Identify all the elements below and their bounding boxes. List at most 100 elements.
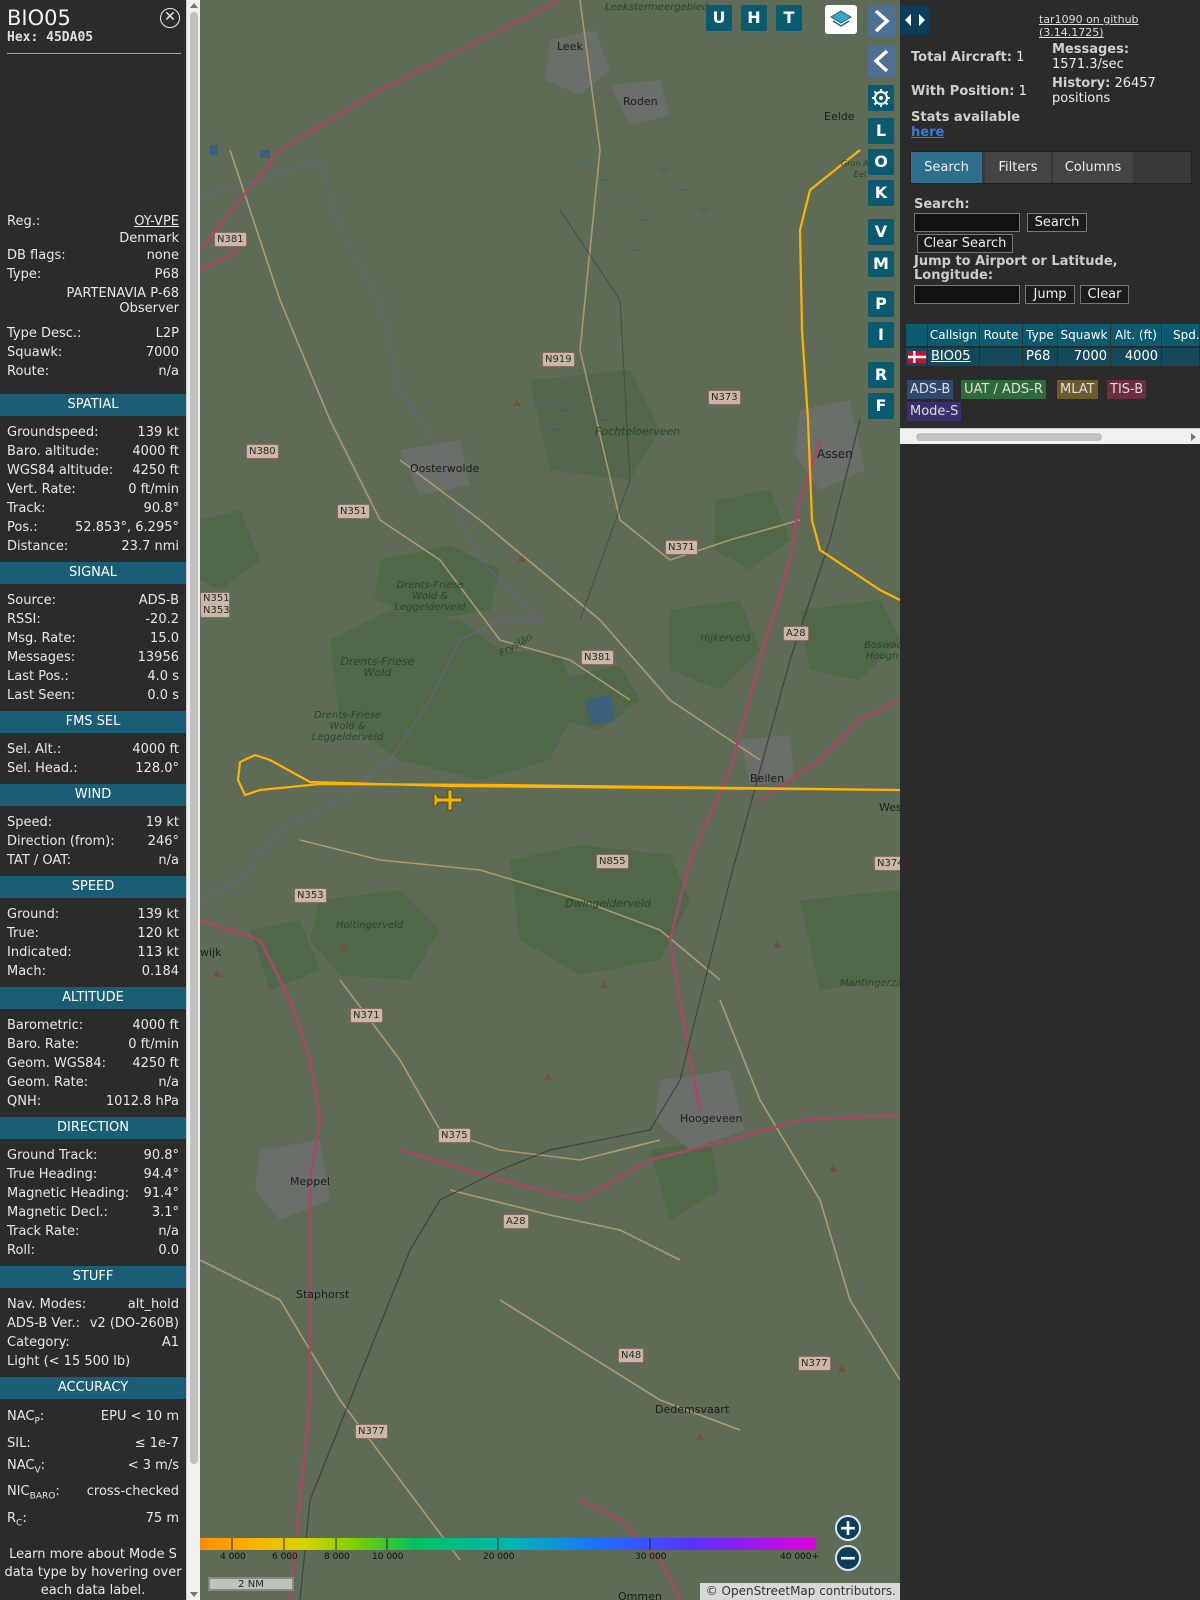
map-view[interactable]: Leek Roden Eelde Oosterwolde Assen Beile… — [200, 0, 900, 1600]
stuff-label[interactable]: ADS-B Ver.: — [7, 1314, 80, 1333]
stuff-label[interactable]: Light (< 15 500 lb) — [7, 1352, 130, 1371]
clear-jump-button[interactable]: Clear — [1080, 285, 1129, 304]
signal-label[interactable]: Source: — [7, 591, 56, 610]
accuracy-label-rc[interactable]: RC: — [7, 1508, 27, 1535]
table-header-callsign[interactable]: Callsign — [928, 324, 980, 346]
speed-label[interactable]: Mach: — [7, 962, 46, 981]
search-input[interactable] — [914, 213, 1020, 232]
speed-label[interactable]: Indicated: — [7, 943, 72, 962]
zoom-in-button[interactable]: + — [835, 1515, 861, 1541]
map-button-o[interactable]: O — [868, 149, 894, 175]
altitude-label[interactable]: Geom. WGS84: — [7, 1054, 106, 1073]
close-icon[interactable]: ✕ — [160, 8, 180, 28]
table-header-type[interactable]: Type — [1023, 324, 1058, 346]
layers-button[interactable] — [825, 5, 857, 34]
map-button-v[interactable]: V — [868, 219, 894, 245]
table-header-speed[interactable]: Spd. — [1162, 324, 1200, 346]
scroll-down-arrow[interactable] — [190, 1592, 198, 1597]
clear-search-button[interactable]: Clear Search — [917, 234, 1013, 253]
left-panel-scrollbar[interactable] — [186, 0, 200, 1600]
map-button-k[interactable]: K — [868, 180, 894, 206]
jump-input[interactable] — [914, 285, 1020, 304]
direction-label[interactable]: True Heading: — [7, 1165, 97, 1184]
registration-link[interactable]: OY-VPE — [134, 212, 179, 231]
map-button-l[interactable]: L — [868, 118, 894, 144]
map-button-m[interactable]: M — [868, 251, 894, 277]
spatial-label[interactable]: Baro. altitude: — [7, 442, 99, 461]
stats-here-link[interactable]: here — [911, 125, 944, 140]
scroll-up-arrow[interactable] — [190, 3, 198, 8]
spatial-label[interactable]: Vert. Rate: — [7, 480, 76, 499]
map-attribution[interactable]: © OpenStreetMap contributors. — [700, 1583, 900, 1600]
table-header-squawk[interactable]: Squawk — [1058, 324, 1111, 346]
fms-label[interactable]: Sel. Alt.: — [7, 740, 61, 759]
map-button-p[interactable]: P — [868, 291, 894, 317]
toggle-sidebar-button[interactable] — [900, 5, 930, 35]
speed-label[interactable]: True: — [7, 924, 39, 943]
spatial-label[interactable]: Pos.: — [7, 518, 38, 537]
altitude-label[interactable]: QNH: — [7, 1092, 41, 1111]
aircraft-icon[interactable] — [433, 789, 463, 811]
signal-label[interactable]: Last Seen: — [7, 686, 75, 705]
collapse-sidebar-button[interactable] — [868, 45, 896, 77]
direction-value: 90.8° — [143, 1148, 179, 1163]
scrollbar-thumb[interactable] — [190, 12, 198, 1464]
colorbar-label-30000: 30 000 — [635, 1552, 667, 1562]
accuracy-label-nacv[interactable]: NACV: — [7, 1455, 45, 1482]
wind-label[interactable]: Speed: — [7, 813, 52, 832]
spatial-label[interactable]: WGS84 altitude: — [7, 461, 113, 480]
fms-label[interactable]: Sel. Head.: — [7, 759, 78, 778]
accuracy-label-nicbaro[interactable]: NICBARO: — [7, 1481, 60, 1508]
section-header-altitude: ALTITUDE — [0, 987, 186, 1009]
altitude-label[interactable]: Geom. Rate: — [7, 1073, 88, 1092]
tab-columns[interactable]: Columns — [1053, 152, 1133, 183]
accuracy-label-sil[interactable]: SIL: — [7, 1433, 31, 1455]
tab-filters[interactable]: Filters — [985, 152, 1051, 183]
github-link[interactable]: tar1090 on github (3.14.1725) — [1039, 13, 1200, 39]
hscroll-thumb[interactable] — [916, 433, 1102, 441]
signal-row: RSSI: -20.2 — [0, 610, 186, 629]
search-button[interactable]: Search — [1027, 213, 1087, 232]
speed-label[interactable]: Ground: — [7, 905, 59, 924]
map-button-h[interactable]: H — [741, 5, 767, 31]
direction-label[interactable]: Magnetic Decl.: — [7, 1203, 108, 1222]
direction-label[interactable]: Ground Track: — [7, 1146, 97, 1165]
signal-value: ADS-B — [138, 593, 179, 608]
spatial-label[interactable]: Distance: — [7, 537, 68, 556]
altitude-label[interactable]: Baro. Rate: — [7, 1035, 79, 1054]
scroll-right-arrow[interactable] — [1191, 433, 1196, 441]
stuff-label[interactable]: Nav. Modes: — [7, 1295, 86, 1314]
expand-sidebar-button[interactable] — [868, 5, 896, 37]
section-header-fms: FMS SEL — [0, 711, 186, 733]
map-button-i[interactable]: I — [868, 322, 894, 348]
tab-search[interactable]: Search — [911, 152, 982, 183]
table-horizontal-scrollbar[interactable] — [900, 428, 1200, 444]
accuracy-label-nacp[interactable]: NACP: — [7, 1406, 44, 1433]
map-button-t[interactable]: T — [776, 5, 802, 31]
spatial-label[interactable]: Groundspeed: — [7, 423, 98, 442]
map-button-f[interactable]: F — [868, 393, 894, 419]
stuff-label[interactable]: Category: — [7, 1333, 70, 1352]
signal-label[interactable]: Messages: — [7, 648, 75, 667]
wind-label[interactable]: Direction (from): — [7, 832, 115, 851]
row-callsign[interactable]: BIO05 — [928, 348, 980, 366]
direction-label[interactable]: Track Rate: — [7, 1222, 79, 1241]
spatial-label[interactable]: Track: — [7, 499, 45, 518]
map-button-u[interactable]: U — [706, 5, 732, 31]
direction-label[interactable]: Magnetic Heading: — [7, 1184, 129, 1203]
direction-label[interactable]: Roll: — [7, 1241, 35, 1260]
table-header-altitude[interactable]: Alt. (ft) — [1111, 324, 1162, 346]
altitude-row: Geom. WGS84: 4250 ft — [0, 1054, 186, 1073]
section-header-wind: WIND — [0, 784, 186, 806]
signal-label[interactable]: Last Pos.: — [7, 667, 69, 686]
total-aircraft-value: 1 — [1016, 50, 1025, 65]
jump-button[interactable]: Jump — [1025, 285, 1075, 304]
legend-mlat: MLAT — [1057, 380, 1098, 399]
signal-label[interactable]: RSSI: — [7, 610, 41, 629]
signal-label[interactable]: Msg. Rate: — [7, 629, 76, 648]
table-header-route[interactable]: Route — [980, 324, 1023, 346]
altitude-label[interactable]: Barometric: — [7, 1016, 83, 1035]
wind-label[interactable]: TAT / OAT: — [7, 851, 71, 870]
settings-button[interactable] — [868, 85, 894, 111]
map-button-r[interactable]: R — [868, 362, 894, 388]
